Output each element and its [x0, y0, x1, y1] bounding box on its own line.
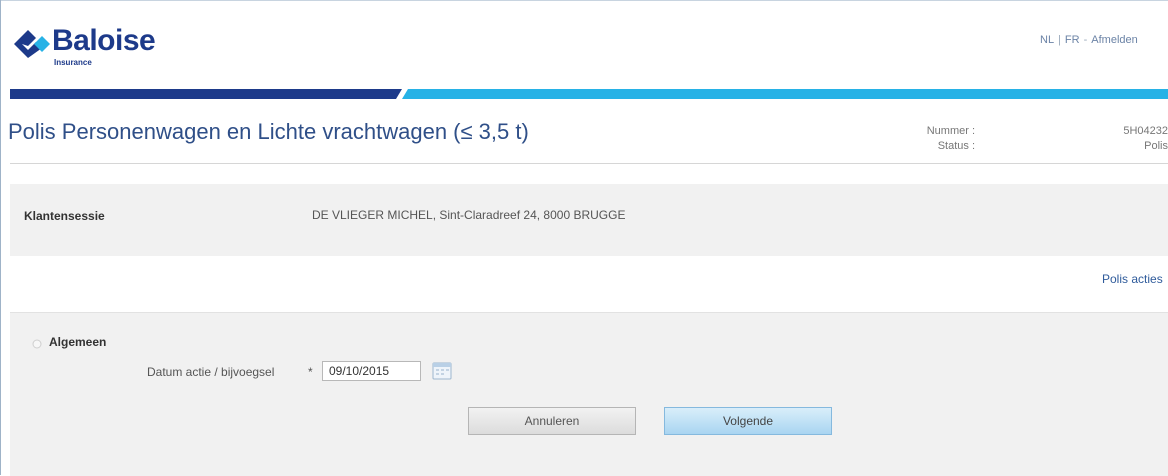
frame-top-border [0, 0, 1168, 1]
separator: - [1083, 34, 1088, 46]
language-link-fr[interactable]: FR [1065, 34, 1080, 46]
status-value: Polis [1144, 140, 1168, 152]
number-value: 5H04232 [1123, 125, 1168, 137]
brand-tagline: Insurance [54, 58, 92, 67]
client-session-panel: Klantensessie DE VLIEGER MICHEL, Sint-Cl… [10, 184, 1168, 256]
policy-meta-values: 5H04232 Polis [1108, 124, 1168, 154]
cancel-button[interactable]: Annuleren [468, 407, 636, 435]
general-form-panel: Algemeen Datum actie / bijvoegsel * Annu… [10, 312, 1168, 476]
session-label: Klantensessie [24, 209, 105, 223]
session-value: DE VLIEGER MICHEL, Sint-Claradreef 24, 8… [312, 208, 626, 222]
logout-link[interactable]: Afmelden [1091, 34, 1137, 46]
section-title-general: Algemeen [49, 335, 107, 349]
date-field-label: Datum actie / bijvoegsel [147, 365, 275, 379]
page-title: Polis Personenwagen en Lichte vrachtwage… [8, 119, 529, 144]
status-label: Status : [937, 140, 975, 152]
policy-actions-link[interactable]: Polis acties [1102, 272, 1168, 286]
radio-toggle-icon[interactable] [32, 339, 42, 349]
number-label: Nummer : [926, 125, 975, 137]
brand-logo[interactable]: Baloise Insurance [14, 22, 184, 72]
frame-left-border [0, 0, 1, 475]
brand-name: Baloise [52, 24, 156, 57]
separator: | [1058, 34, 1061, 46]
calendar-icon[interactable] [431, 360, 453, 382]
date-input[interactable] [322, 361, 421, 381]
brand-stripe [10, 89, 1168, 99]
required-marker: * [308, 365, 313, 379]
baloise-logo-icon [14, 30, 50, 58]
policy-meta-labels: Nummer : Status : [900, 124, 975, 154]
language-link-nl[interactable]: NL [1040, 34, 1054, 46]
header-links: NL | FR - Afmelden [1040, 34, 1168, 46]
title-divider [10, 163, 1168, 164]
next-button[interactable]: Volgende [664, 407, 832, 435]
